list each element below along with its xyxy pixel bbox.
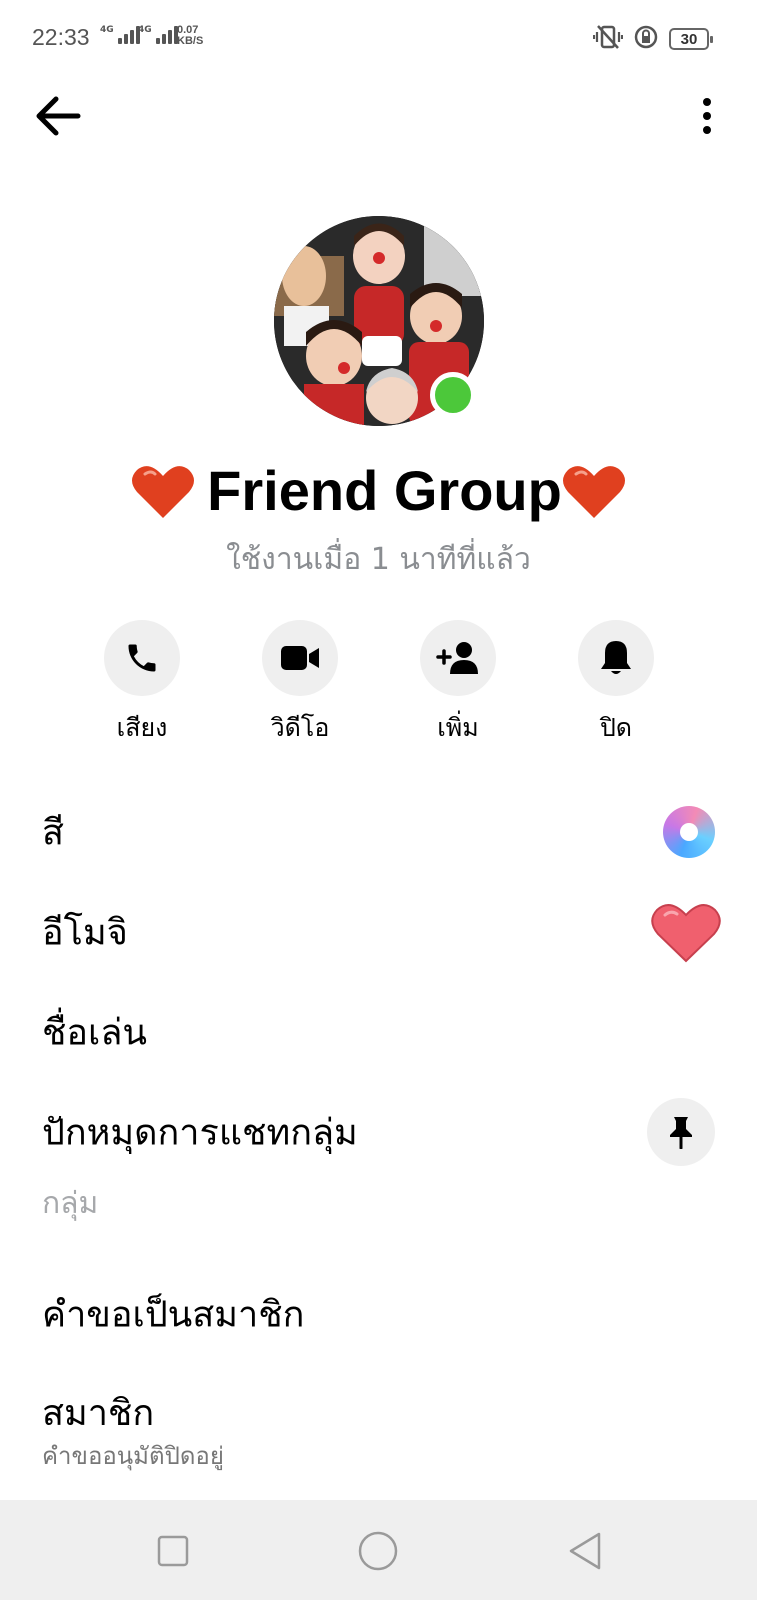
color-row[interactable]: สี [0,784,757,880]
group-title: Friend Group [0,458,757,523]
membership-requests-row[interactable]: คำขอเป็นสมาชิก [0,1266,757,1362]
vibrate-off-icon [592,24,624,54]
nickname-row[interactable]: ชื่อเล่น [0,984,757,1080]
emoji-row[interactable]: อีโมจิ [0,884,757,980]
back-nav-button[interactable] [562,1528,608,1574]
signal-icon: 4G [138,26,178,44]
theme-color-swatch [663,806,715,858]
navigation-bar [0,1500,757,1600]
online-indicator [430,372,476,418]
video-call-button[interactable]: วิดีโอ [235,620,365,748]
add-member-button[interactable]: เพิ่ม [393,620,523,748]
group-name-text: Friend Group [207,459,562,522]
audio-call-button[interactable]: เสียง [77,620,207,748]
phone-icon [128,644,156,672]
arrow-left-icon [36,96,81,136]
heart-emoji-icon [131,462,195,520]
bell-icon [601,641,631,674]
status-bar: 22:33 4G 4G 0.07 KB/S 30 [0,0,757,78]
video-camera-icon [281,646,319,670]
rotation-lock-icon [633,24,659,54]
pin-group-chat-row[interactable]: ปักหมุดการแชทกลุ่ม [0,1084,757,1180]
mute-button[interactable]: ปิด [551,620,681,748]
pin-button[interactable] [647,1098,715,1166]
signal-icon: 4G [100,26,140,44]
active-status: ใช้งานเมื่อ 1 นาทีที่แล้ว [226,542,531,577]
heart-emoji-icon [562,462,626,520]
pin-icon [670,1117,692,1149]
triangle-back-icon [569,1532,601,1570]
network-speed: 0.07 KB/S [177,24,204,47]
heart-icon [651,904,721,963]
group-section-header: กลุ่ม [42,1186,99,1221]
battery-icon: 30 [669,28,713,50]
more-options-button[interactable] [687,88,727,144]
circle-icon [358,1531,398,1571]
add-person-icon [436,642,478,674]
home-button[interactable] [355,1528,401,1574]
vertical-dots-icon [703,98,711,106]
back-button[interactable] [30,88,86,144]
quick-actions: เสียง วิดีโอ เพิ่ม ปิด [0,620,757,750]
status-time: 22:33 [32,24,90,50]
square-icon [157,1535,189,1567]
recent-apps-button[interactable] [150,1528,196,1574]
